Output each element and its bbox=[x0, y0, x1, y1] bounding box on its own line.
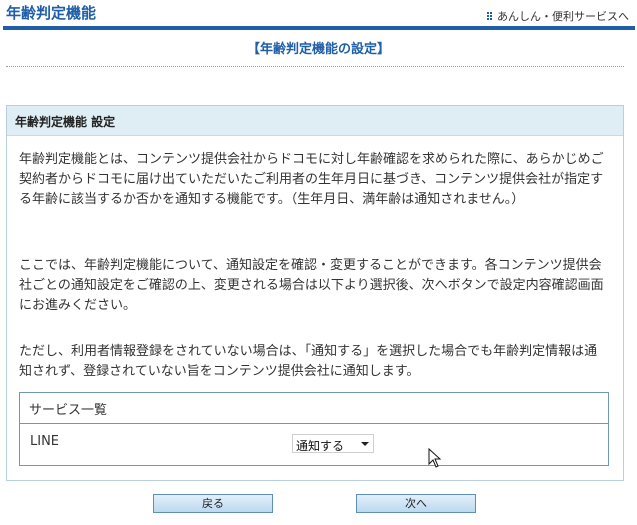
registration-note: ただし、利用者情報登録をされていない場合は、「通知する」を選択した場合でも年齢判… bbox=[19, 344, 598, 379]
page-title: 【年齢判定機能の設定】 bbox=[246, 42, 390, 57]
top-header: 年齢判定機能 あんしん・便利サービスへ bbox=[0, 0, 637, 32]
feature-description: 年齢判定機能とは、コンテンツ提供会社からドコモに対し年齢確認を求められた際に、あ… bbox=[19, 152, 604, 207]
mouse-pointer-icon bbox=[428, 448, 441, 468]
service-name: LINE bbox=[30, 434, 60, 449]
brand-title: 年齢判定機能 bbox=[6, 4, 97, 22]
back-button[interactable]: 戻る bbox=[153, 494, 273, 513]
age-verification-settings-panel: 年齢判定機能 設定 年齢判定機能とは、コンテンツ提供会社からドコモに対し年齢確認… bbox=[6, 105, 624, 481]
settings-instructions: ここでは、年齢判定機能について、通知設定を確認・変更することができます。各コンテ… bbox=[19, 258, 604, 313]
grid-dots-icon bbox=[487, 12, 492, 20]
header-rule bbox=[3, 26, 635, 30]
title-divider bbox=[6, 66, 624, 67]
service-row-line: LINE 通知する bbox=[20, 424, 608, 465]
anshin-service-link-label[interactable]: あんしん・便利サービスへ bbox=[497, 8, 629, 24]
notification-select[interactable]: 通知する bbox=[292, 434, 374, 453]
settings-panel-heading: 年齢判定機能 設定 bbox=[7, 106, 623, 136]
next-button[interactable]: 次へ bbox=[356, 494, 476, 513]
anshin-service-link[interactable]: あんしん・便利サービスへ bbox=[487, 8, 629, 24]
service-list-heading: サービス一覧 bbox=[20, 393, 608, 424]
chevron-down-icon[interactable] bbox=[361, 442, 369, 446]
notification-select-value[interactable]: 通知する bbox=[296, 437, 344, 454]
service-list: サービス一覧 LINE 通知する bbox=[19, 392, 609, 466]
